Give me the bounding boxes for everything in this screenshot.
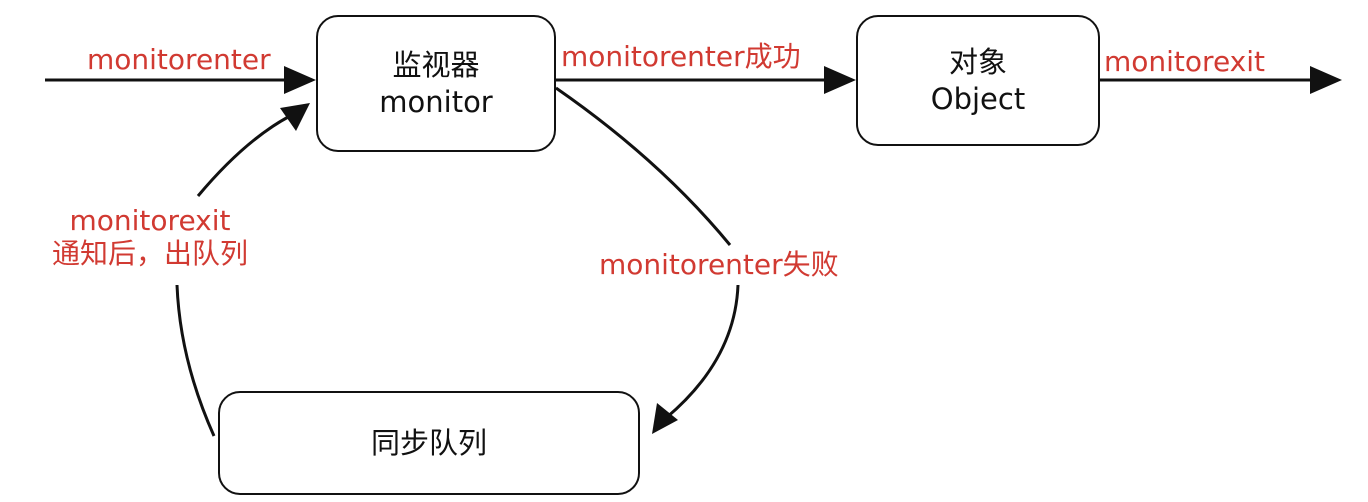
edge-label-exit-notify-line1: monitorexit <box>69 204 231 237</box>
edge-exit-notify-curve-lower <box>175 284 216 437</box>
edge-exit-notify-curve-upper <box>196 114 291 197</box>
edge-enter-success-arrowhead <box>824 66 856 94</box>
edge-label-enter-fail: monitorenter失败 <box>599 248 839 281</box>
edge-label-exit-notify-line2: 通知后，出队列 <box>52 237 249 271</box>
edge-exit-notify-arrowhead <box>280 103 310 131</box>
monitor-node: 监视器 monitor <box>316 15 556 152</box>
edge-enter-fail-curve-upper <box>555 86 732 246</box>
edge-label-exit: monitorexit <box>1104 45 1265 78</box>
object-node: 对象 Object <box>856 15 1100 146</box>
sync-queue-node-label: 同步队列 <box>370 425 487 460</box>
edge-label-enter-success: monitorenter成功 <box>561 40 801 73</box>
edge-exit-arrowhead <box>1310 66 1342 94</box>
edge-label-exit-notify: monitorexit 通知后，出队列 <box>52 204 248 270</box>
edge-label-enter: monitorenter <box>87 43 271 76</box>
edge-enter-fail-curve-lower <box>665 284 740 420</box>
object-node-subtitle: Object <box>930 81 1026 116</box>
sync-queue-node: 同步队列 <box>218 391 640 495</box>
edge-enter-fail-arrowhead <box>652 403 678 434</box>
monitor-node-title: 监视器 <box>392 48 480 83</box>
object-node-title: 对象 <box>948 45 1007 80</box>
monitor-node-subtitle: monitor <box>379 84 493 119</box>
edge-enter-arrowhead <box>284 66 316 94</box>
